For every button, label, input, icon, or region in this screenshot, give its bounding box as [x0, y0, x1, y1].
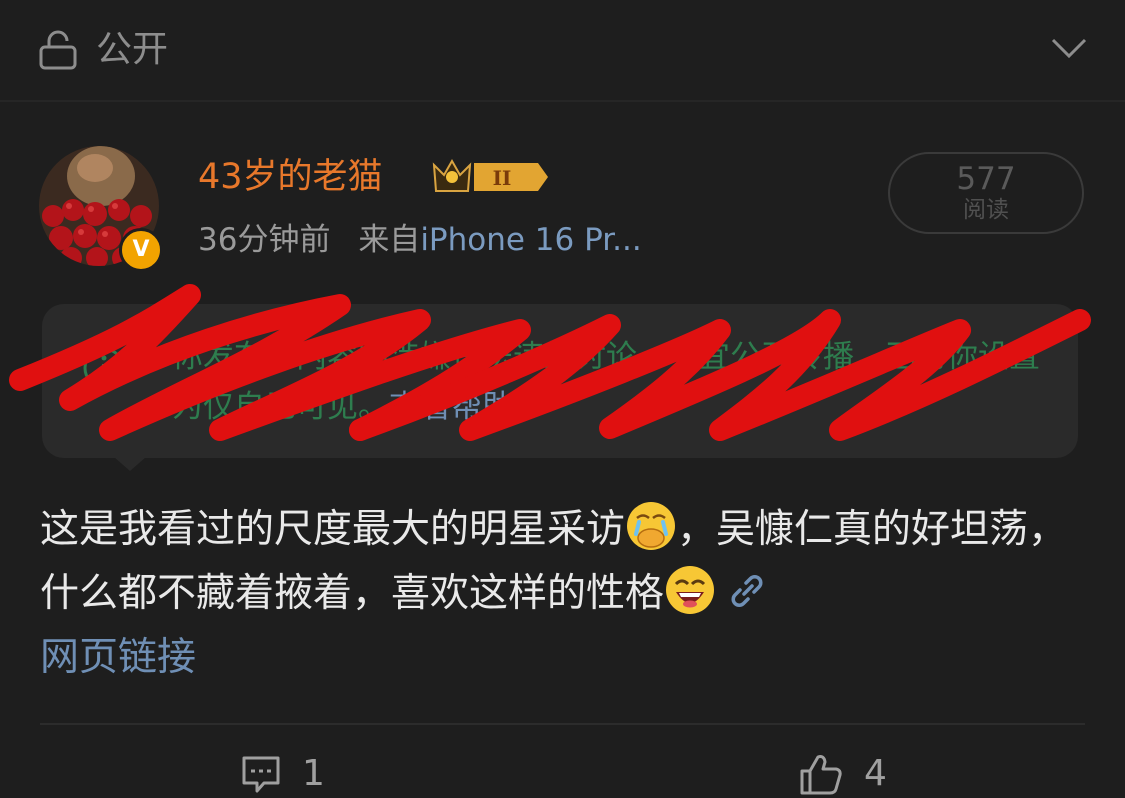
notice-pointer — [114, 457, 146, 471]
read-count: 577 — [956, 161, 1016, 197]
source-device[interactable]: iPhone 16 Pr... — [420, 222, 641, 258]
crying-cover-mouth-emoji-icon — [627, 502, 676, 550]
chevron-down-icon[interactable] — [1050, 34, 1088, 64]
visibility-notice: 你发布的内容因涉嫌违法违规讨论，不宜公开传播，已为你设置为仅自己可见。查看帮助 — [42, 304, 1078, 458]
read-count-box: 577 阅读 — [888, 152, 1084, 234]
comment-button[interactable]: 1 — [240, 750, 325, 798]
info-icon — [83, 347, 125, 389]
source-prefix: 来自 — [358, 222, 421, 258]
link-icon — [731, 575, 763, 607]
member-crown-icon[interactable]: II — [430, 155, 550, 199]
post-content: 这是我看过的尺度最大的明星采访 ，吴慷仁真的好坦荡，什么都不藏着掖着，喜欢这样的… — [40, 498, 1090, 690]
verified-badge-icon: V — [119, 228, 163, 272]
comment-icon — [242, 756, 280, 793]
unlock-icon — [39, 30, 77, 70]
help-link[interactable]: 查看帮助 — [389, 389, 513, 425]
comment-count: 1 — [302, 753, 325, 794]
author-name[interactable]: 43岁的老猫 — [198, 154, 383, 200]
notice-text: 你发布的内容因涉嫌违法违规讨论，不宜公开传播，已为你设置为仅自己可见。 — [172, 339, 1040, 425]
like-count: 4 — [864, 753, 887, 794]
read-label: 阅读 — [963, 197, 1009, 223]
visibility-bar[interactable]: 公开 — [0, 0, 1125, 100]
post-meta: 36分钟前 来自iPhone 16 Pr... — [198, 218, 642, 262]
like-button[interactable]: 4 — [798, 750, 887, 798]
divider — [0, 100, 1125, 102]
content-part1: 这是我看过的尺度最大的明星采访 — [40, 507, 626, 552]
visibility-label: 公开 — [96, 29, 169, 70]
laughing-emoji-icon — [666, 566, 715, 614]
post-time: 36分钟前 — [198, 222, 331, 258]
avatar[interactable]: V — [39, 146, 163, 272]
thumbs-up-icon — [800, 755, 842, 795]
member-level-badge: II — [493, 166, 512, 190]
web-link[interactable]: 网页链接 — [40, 635, 196, 680]
divider — [40, 723, 1085, 725]
